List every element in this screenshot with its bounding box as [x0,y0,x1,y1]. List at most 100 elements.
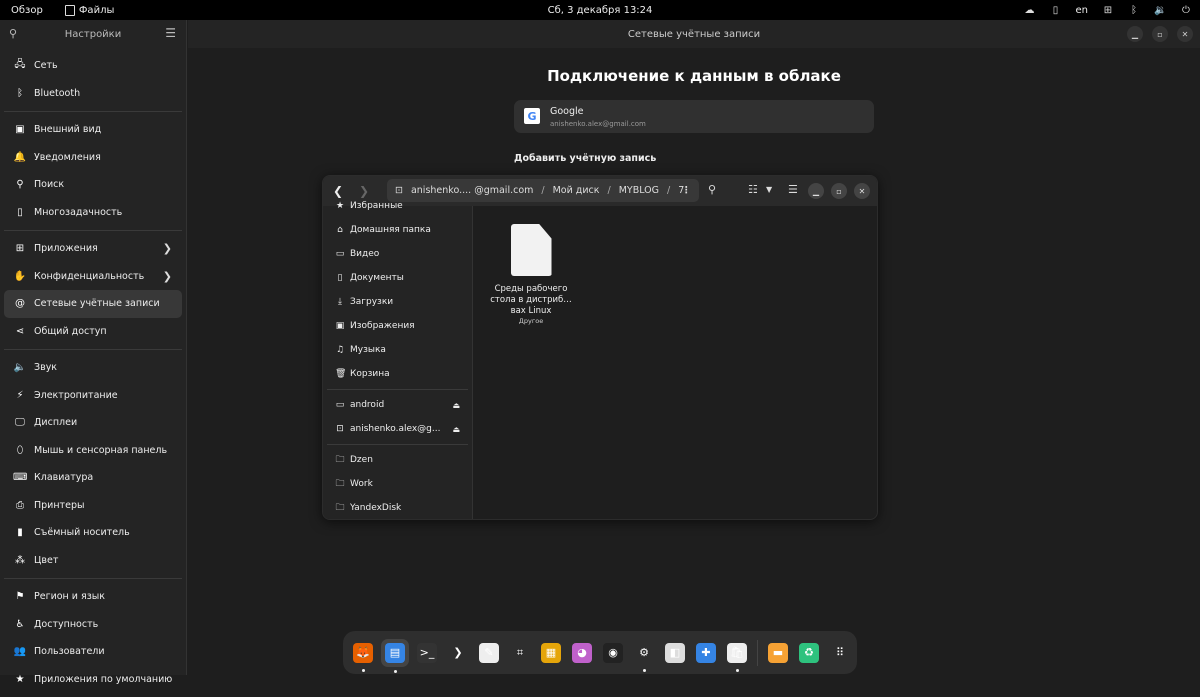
dock-software[interactable]: 🛍 [724,640,750,666]
top-bar: Обзор Файлы Сб, 3 декабря 13:24 ☁ ▯ en ⊞… [0,0,1200,20]
place-item[interactable]: 🗀YandexDisk [323,496,472,520]
sidebar-item-label: Съёмный носитель [34,527,130,538]
power-icon: ⚡ [13,390,27,401]
sidebar-item-label: Уведомления [34,152,101,163]
dock-firefox[interactable]: 🦊 [350,640,376,666]
document-icon [511,224,552,276]
sidebar-item[interactable]: 🖧Сеть [4,52,182,80]
dock-color-picker[interactable]: ◕ [569,640,595,666]
path-segment[interactable]: Мой диск [553,185,600,196]
file-item[interactable]: Среды рабочего стола в дистриб… вах Linu… [485,224,577,325]
usb-icon: ▮ [13,527,27,538]
hamburger-menu-icon[interactable]: ☰ [165,26,176,40]
place-item[interactable]: 🗀Work [323,472,472,496]
sidebar-item[interactable]: ⚲Поиск [4,171,182,199]
sidebar-item[interactable]: ▯Многозадачность [4,199,182,227]
dock-extensions[interactable]: ✚ [693,640,719,666]
dock-screen-recorder[interactable]: ▦ [538,640,564,666]
minimize-button[interactable]: ▁ [808,183,824,199]
sidebar-item[interactable]: ᛒBluetooth [4,80,182,108]
close-button[interactable]: ✕ [1177,26,1193,42]
sidebar-item[interactable]: ♿Доступность [4,611,182,639]
add-account-heading: Добавить учётную запись [514,153,656,164]
sidebar-item[interactable]: 👥Пользователи [4,638,182,666]
place-item[interactable]: ★Избранные [323,194,472,218]
sidebar-item[interactable]: ⬯Мышь и сенсорная панель [4,437,182,465]
view-options-chevron-icon[interactable]: ▼ [766,185,772,194]
sidebar-item[interactable]: ⊞Приложения❯ [4,235,182,263]
place-item[interactable]: ⤓Загрузки [323,290,472,314]
sidebar-item[interactable]: 🔈Звук [4,354,182,382]
sidebar-item[interactable]: 🔔Уведомления [4,144,182,172]
close-button[interactable]: ✕ [854,183,870,199]
maximize-button[interactable]: ▫ [831,183,847,199]
system-tray[interactable]: ☁ ▯ en ⊞ ᛒ 🔉 ⏻ [1024,0,1193,20]
activities-button[interactable]: Обзор [11,5,43,16]
maximize-button[interactable]: ▫ [1152,26,1168,42]
sidebar-item[interactable]: ⚑Регион и язык [4,583,182,611]
place-label: Изображения [350,321,415,331]
terminal-icon: >_ [417,643,437,663]
sidebar-item[interactable]: ⁂Цвет [4,547,182,575]
place-item[interactable]: ▭android⏏ [323,393,472,417]
path-segment[interactable]: MYBLOG [619,185,659,196]
app-name: Файлы [79,5,115,16]
eject-icon[interactable]: ⏏ [452,401,460,410]
folder-icon: 🗀 [335,452,345,468]
more-options-icon[interactable]: ⋮ [682,185,692,196]
sidebar-item-label: Многозадачность [34,207,122,218]
dock-settings[interactable]: ⚙ [631,640,657,666]
trash-icon: 🗑 [335,369,345,379]
sidebar-item-label: Сеть [34,60,58,71]
google-account-row[interactable]: G Google anishenko.alex@gmail.com [514,100,874,133]
sidebar-item[interactable]: 🖵Дисплеи [4,409,182,437]
tweaks-icon: ◧ [665,643,685,663]
place-item[interactable]: ▯Документы [323,266,472,290]
place-item[interactable]: ⌂Домашняя папка [323,218,472,242]
dock-screenshot[interactable]: ⌗ [507,640,533,666]
dock-files[interactable]: ▤ [381,639,409,667]
dock-show-apps[interactable]: ⠿ [827,640,853,666]
app-menu[interactable]: Файлы [65,5,115,16]
dock-trash-app[interactable]: ♻ [796,640,822,666]
search-icon[interactable]: ⚲ [708,183,716,196]
dock-vscode-like[interactable]: ❯ [445,640,471,666]
sidebar-item[interactable]: ▮ Съёмный носитель [4,519,182,547]
account-email: anishenko.alex@gmail.com [550,120,646,128]
sidebar-item[interactable]: ⚡Электропитание [4,382,182,410]
screen-recorder-icon: ▦ [541,643,561,663]
appearance-icon: ▣ [13,124,27,135]
sidebar-item[interactable]: ⌨Клавиатура [4,464,182,492]
dock-terminal[interactable]: >_ [414,640,440,666]
sidebar-item[interactable]: ★Приложения по умолчанию [4,666,182,694]
chevron-right-icon: ❯ [163,242,172,255]
sidebar-item[interactable]: ⎙Принтеры [4,492,182,520]
sidebar-item[interactable]: ✋Конфиденциальность❯ [4,263,182,291]
hamburger-menu-icon[interactable]: ☰ [788,183,798,196]
place-item[interactable]: ▣Изображения [323,314,472,338]
dock-obs[interactable]: ◉ [600,640,626,666]
minimize-button[interactable]: ▁ [1127,26,1143,42]
place-item[interactable]: ♫Музыка [323,338,472,362]
list-view-icon[interactable]: ☷ [748,183,758,196]
folder-icon: 🗀 [335,500,345,516]
star-icon: ★ [335,201,345,211]
sidebar-item-label: Приложения по умолчанию [34,674,172,685]
clock[interactable]: Сб, 3 декабря 13:24 [548,5,653,16]
clipboard-icon[interactable]: ▯ [1050,5,1062,16]
dock-drive[interactable]: ▬ [765,640,791,666]
running-indicator [643,669,646,672]
sidebar-item[interactable]: ▣Внешний вид [4,116,182,144]
place-item[interactable]: 🗀Dzen [323,448,472,472]
sidebar-item[interactable]: @Сетевые учётные записи [4,290,182,318]
place-item[interactable]: ▭Видео [323,242,472,266]
eject-icon[interactable]: ⏏ [452,425,460,434]
dock-tweaks[interactable]: ◧ [662,640,688,666]
place-item[interactable]: 🗑Корзина [323,362,472,386]
sidebar-item[interactable]: ⋖Общий доступ [4,318,182,346]
separator [4,578,182,579]
dock-text-editor[interactable]: ✎ [476,640,502,666]
place-item[interactable]: ⊡anishenko.alex@g...⏏ [323,417,472,441]
search-icon[interactable]: ⚲ [9,27,17,40]
keyboard-layout[interactable]: en [1076,5,1089,16]
